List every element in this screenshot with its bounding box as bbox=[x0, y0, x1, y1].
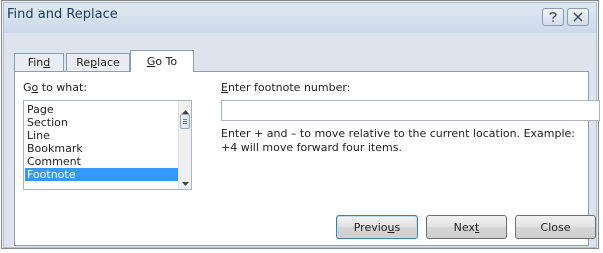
go-to-what-list[interactable]: Page Section Line Bookmark Comment Footn… bbox=[23, 100, 192, 190]
list-item-bookmark[interactable]: Bookmark bbox=[25, 142, 178, 155]
list-item-footnote[interactable]: Footnote bbox=[25, 168, 178, 181]
tab-find-accel: d bbox=[43, 56, 51, 69]
go-to-panel: Go to what: Page Section Line Bookmark C… bbox=[14, 71, 600, 246]
next-button[interactable]: Nex t bbox=[426, 215, 507, 239]
list-scrollbar[interactable] bbox=[178, 101, 191, 189]
tab-find-label: Fin bbox=[27, 56, 44, 69]
go-to-what-label: Go to what: bbox=[23, 81, 88, 94]
tab-replace-label: Re bbox=[76, 56, 91, 69]
close-x-icon bbox=[573, 12, 583, 22]
title-bar: Find and Replace bbox=[4, 3, 596, 33]
scroll-up-arrow-icon[interactable] bbox=[182, 105, 189, 114]
tab-replace-accel: p bbox=[90, 56, 98, 69]
dialog-title: Find and Replace bbox=[7, 7, 118, 22]
find-replace-dialog: Find and Replace Fin d Re p lace Go To G… bbox=[3, 2, 600, 248]
previous-button[interactable]: Previo u s bbox=[336, 215, 418, 239]
tab-find[interactable]: Fin d bbox=[14, 53, 64, 71]
list-item-section[interactable]: Section bbox=[25, 116, 178, 129]
enter-footnote-label: Enter footnote number: bbox=[221, 81, 351, 94]
scroll-thumb[interactable] bbox=[180, 114, 190, 129]
tab-replace[interactable]: Re p lace bbox=[66, 53, 130, 71]
tab-replace-label-rest: lace bbox=[97, 56, 120, 69]
close-window-button[interactable] bbox=[567, 8, 589, 26]
list-item-comment[interactable]: Comment bbox=[25, 155, 178, 168]
scroll-down-arrow-icon[interactable] bbox=[182, 177, 189, 186]
question-mark-icon bbox=[548, 11, 558, 23]
tab-go-to[interactable]: Go To bbox=[130, 50, 194, 72]
list-item-line[interactable]: Line bbox=[25, 129, 178, 142]
close-button[interactable]: Close bbox=[515, 215, 596, 239]
list-item-page[interactable]: Page bbox=[25, 103, 178, 116]
tab-goto-label: o To bbox=[155, 55, 178, 68]
help-text: Enter + and – to move relative to the cu… bbox=[221, 127, 576, 154]
footnote-number-input[interactable] bbox=[221, 100, 600, 121]
help-button[interactable] bbox=[542, 8, 564, 26]
tab-goto-accel: G bbox=[146, 55, 156, 68]
